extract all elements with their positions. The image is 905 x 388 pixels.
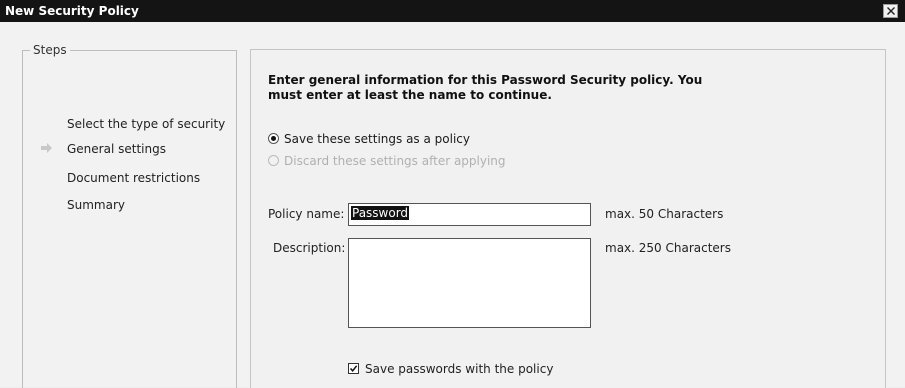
policy-name-value: Password (351, 206, 410, 220)
dialog-body: Steps Select the type of security Genera… (0, 22, 905, 388)
steps-legend: Steps (33, 43, 67, 57)
arrow-right-icon (41, 143, 52, 153)
description-hint: max. 250 Characters (605, 241, 731, 255)
intro-text: Enter general information for this Passw… (268, 73, 703, 102)
close-button[interactable] (883, 4, 898, 18)
step-select-type: Select the type of security (67, 117, 226, 131)
radio-discard-settings: Discard these settings after applying (268, 154, 506, 168)
policy-name-label: Policy name: (268, 207, 345, 221)
general-settings-panel: Enter general information for this Passw… (250, 49, 886, 388)
radio-unselected-icon (268, 155, 279, 166)
step-general-settings: General settings (67, 142, 166, 156)
steps-group: Steps Select the type of security Genera… (22, 43, 237, 388)
description-label: Description: (273, 241, 346, 255)
window-title: New Security Policy (5, 4, 139, 18)
step-document-restrictions: Document restrictions (67, 171, 201, 185)
radio-save-policy[interactable]: Save these settings as a policy (268, 132, 470, 146)
step-summary: Summary (67, 198, 125, 212)
radio-save-policy-label: Save these settings as a policy (284, 132, 470, 146)
radio-selected-icon[interactable] (268, 133, 279, 144)
save-passwords-label: Save passwords with the policy (365, 362, 554, 376)
save-passwords-checkbox[interactable] (348, 363, 359, 374)
radio-discard-settings-label: Discard these settings after applying (284, 154, 506, 168)
save-passwords-checkbox-row[interactable]: Save passwords with the policy (348, 362, 553, 376)
description-textarea[interactable] (348, 238, 591, 328)
close-icon (887, 7, 895, 15)
checkmark-icon (349, 365, 358, 372)
policy-name-input[interactable]: Password (348, 203, 591, 226)
title-bar: New Security Policy (0, 0, 905, 22)
policy-name-hint: max. 50 Characters (605, 207, 724, 221)
